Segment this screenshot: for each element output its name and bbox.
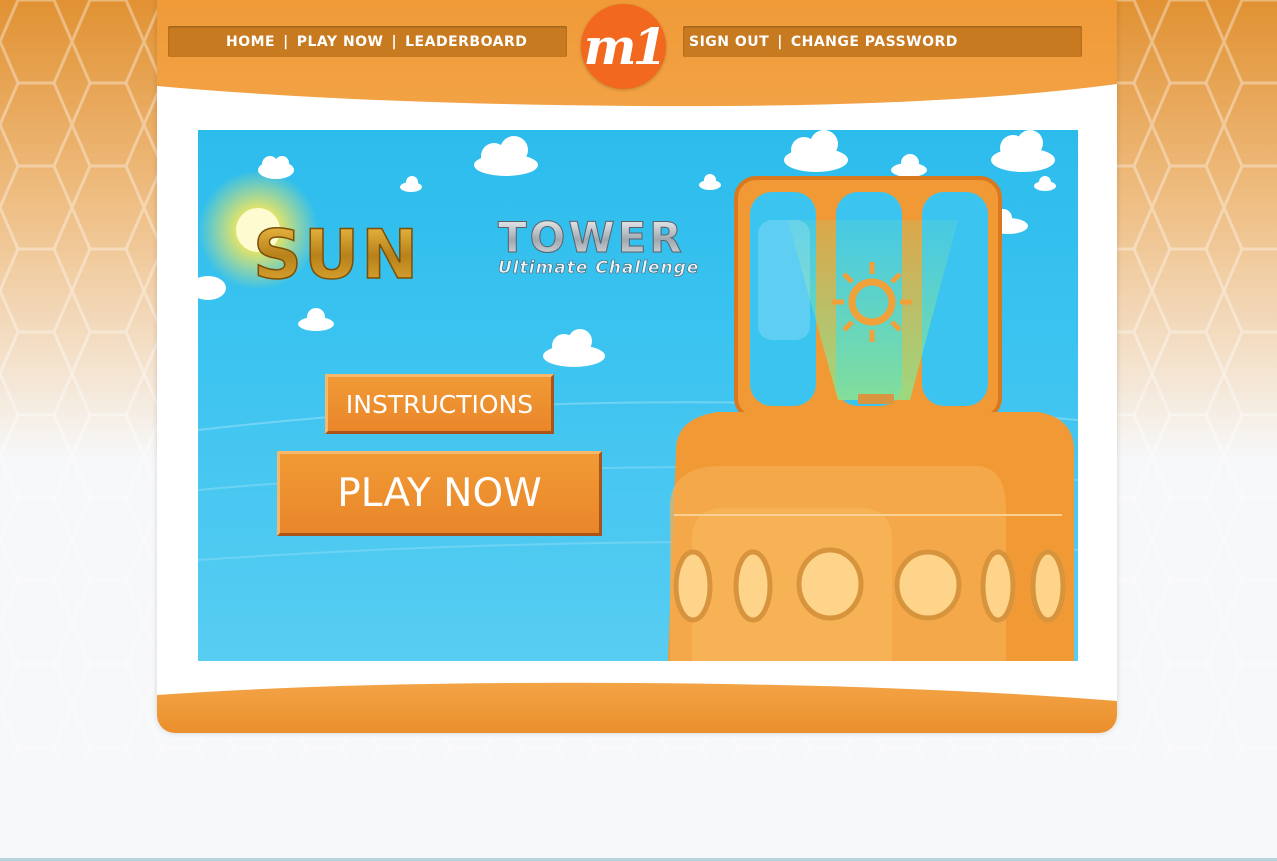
play-now-button[interactable]: PLAY NOW [277,451,602,536]
primary-nav-bar: HOME | PLAY NOW | LEADERBOARD [168,26,567,57]
m1-logo[interactable]: m1 [581,4,668,89]
nav-sign-out-link[interactable]: SIGN OUT [689,34,769,50]
m1-logo-mark: m1 [584,17,668,76]
nav-separator: | [391,33,398,50]
game-title-tower: TOWER [498,213,685,262]
nav-separator: | [777,33,783,50]
nav-play-now-link[interactable]: PLAY NOW [297,34,384,50]
nav-separator: | [283,33,289,50]
game-stage: SUN TOWER Ultimate Challenge INSTRUCTION… [198,130,1078,661]
nav-change-password-link[interactable]: CHANGE PASSWORD [791,34,958,50]
frame-footer-wave [157,682,1117,733]
nav-home-link[interactable]: HOME [226,34,275,50]
account-nav-bar: SIGN OUT | CHANGE PASSWORD [683,26,1082,57]
instructions-button[interactable]: INSTRUCTIONS [325,374,554,434]
game-title-sun: SUN [253,216,420,295]
game-subtitle: Ultimate Challenge [498,258,699,278]
m1-logo-text: m1 [584,17,664,76]
nav-leaderboard-link[interactable]: LEADERBOARD [405,34,527,50]
tower-illustration [668,176,1074,661]
